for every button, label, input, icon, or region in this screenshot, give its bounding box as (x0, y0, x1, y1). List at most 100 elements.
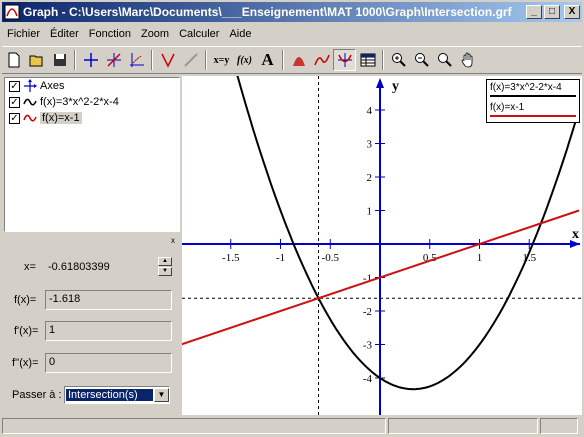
x-tick-label: -1.5 (222, 252, 240, 264)
zoom-in-icon (391, 53, 406, 67)
axes-icon (83, 53, 98, 67)
status-bar (2, 417, 582, 435)
panel-splitter[interactable]: x (4, 236, 180, 246)
chevron-down-icon[interactable]: ▼ (154, 388, 169, 402)
y-axis-arrow (376, 78, 384, 88)
hand-icon (461, 52, 472, 68)
table-icon (360, 53, 375, 67)
tangent-icon (160, 53, 175, 68)
axes-icon (24, 79, 37, 92)
insert-function-button[interactable] (102, 49, 125, 71)
save-disk-icon (53, 54, 66, 66)
y-tick-label: -4 (363, 373, 373, 385)
minimize-button[interactable]: _ (526, 5, 542, 19)
function-list: ✓ Axes ✓ f(x)=3*x^2-2*x-4 ✓ f(x)=x-1 (4, 77, 180, 232)
x-axis-label: x (572, 227, 579, 242)
text-icon: A (261, 50, 274, 69)
zoom-standard-icon (437, 53, 452, 67)
insert-curve-button[interactable] (310, 49, 333, 71)
x-tick-label: 1 (477, 252, 483, 264)
insert-shading-button[interactable] (287, 49, 310, 71)
goto-label: Passer à : (12, 389, 62, 401)
fx-value-field: -1.618 (45, 290, 172, 310)
pan-button[interactable] (456, 49, 479, 71)
y-tick-label: -2 (363, 306, 372, 318)
x-tick-label: -0.5 (322, 252, 340, 264)
list-item-function-2[interactable]: ✓ f(x)=x-1 (5, 110, 179, 126)
insert-xy-button[interactable]: x=y (210, 49, 233, 71)
menu-calculer[interactable]: Calculer (174, 28, 224, 40)
menu-editer[interactable]: Éditer (45, 28, 84, 40)
maximize-icon: □ (548, 6, 556, 17)
close-button[interactable]: X (564, 5, 580, 19)
status-cell-coords (388, 418, 538, 434)
status-cell-main (2, 418, 386, 434)
new-button[interactable] (2, 49, 25, 71)
menu-zoom[interactable]: Zoom (136, 28, 174, 40)
goto-selected-value: Intersection(s) (66, 389, 153, 401)
legend-item-2: f(x)=x-1 (487, 100, 579, 120)
black-curve-icon (23, 98, 37, 106)
toolbar-separator (205, 50, 207, 70)
menu-aide[interactable]: Aide (224, 28, 256, 40)
y-tick-label: 2 (367, 172, 373, 184)
toolbar: x=y f(x) A (2, 46, 582, 74)
fx-icon: f(x) (237, 54, 252, 66)
menu-fonction[interactable]: Fonction (84, 28, 136, 40)
window-title: Graph - C:\Users\Marc\Documents\___Ensei… (23, 5, 512, 19)
x-input[interactable] (45, 257, 155, 277)
insert-fx-button[interactable]: f(x) (233, 49, 256, 71)
y-tick-label: 4 (367, 105, 373, 117)
insert-tangent-button[interactable] (156, 49, 179, 71)
zoom-standard-button[interactable] (433, 49, 456, 71)
zoom-in-button[interactable] (387, 49, 410, 71)
goto-select[interactable]: Intersection(s) ▼ (64, 386, 170, 404)
insert-relation-button[interactable] (179, 49, 202, 71)
shading-icon (292, 57, 305, 66)
new-file-icon (8, 52, 19, 68)
fpx-label: f'(x)= (14, 325, 39, 337)
function-icon (106, 53, 121, 67)
y-tick-label: -3 (363, 340, 373, 352)
x-label: x= (24, 261, 36, 273)
maximize-button[interactable]: □ (544, 5, 560, 19)
x-tick-label: -1 (276, 252, 285, 264)
red-curve-icon (23, 114, 37, 122)
spin-down-icon: ▼ (162, 268, 168, 274)
graph-app-icon (4, 4, 20, 20)
y-tick-label: 3 (367, 139, 373, 151)
save-button[interactable] (48, 49, 71, 71)
list-item-function-1[interactable]: ✓ f(x)=3*x^2-2*x-4 (5, 94, 179, 110)
spin-up-icon: ▲ (162, 258, 168, 264)
panel-close-icon[interactable]: x (168, 237, 178, 245)
insert-point-series-button[interactable] (125, 49, 148, 71)
legend-label-2: f(x)=x-1 (490, 102, 525, 113)
y-axis-label: y (392, 79, 399, 94)
title-bar: Graph - C:\Users\Marc\Documents\___Ensei… (2, 2, 582, 22)
function-2-checkbox[interactable]: ✓ (9, 112, 20, 124)
fx-label: f(x)= (14, 294, 37, 306)
insert-text-button[interactable]: A (256, 49, 279, 71)
menu-bar: Fichier Éditer Fonction Zoom Calculer Ai… (2, 24, 582, 43)
status-cell-extra (540, 418, 578, 434)
insert-axes-button[interactable] (79, 49, 102, 71)
evaluate-icon (337, 53, 352, 67)
menu-fichier[interactable]: Fichier (2, 28, 45, 40)
function-1-checkbox[interactable]: ✓ (9, 96, 20, 108)
fppx-value-field: 0 (45, 353, 172, 373)
evaluate-button[interactable] (333, 49, 356, 71)
function-1-label: f(x)=3*x^2-2*x-4 (40, 96, 119, 108)
relation-icon (183, 53, 198, 67)
graph-window: Graph - C:\Users\Marc\Documents\___Ensei… (0, 0, 584, 437)
zoom-out-button[interactable] (410, 49, 433, 71)
axes-checkbox[interactable]: ✓ (9, 80, 20, 92)
graph-canvas[interactable]: x y -1.5 -1 -0.5 0.5 1 1.5 4 3 2 1 -1 -2 -3 -4 (182, 76, 582, 415)
x-spin-down[interactable]: ▼ (158, 267, 172, 276)
x-spin-up[interactable]: ▲ (158, 257, 172, 266)
fpx-value-field: 1 (45, 321, 172, 341)
table-button[interactable] (356, 49, 379, 71)
open-button[interactable] (25, 49, 48, 71)
legend-item-1: f(x)=3*x^2-2*x-4 (487, 80, 579, 100)
legend-label-1: f(x)=3*x^2-2*x-4 (490, 82, 562, 93)
list-item-axes[interactable]: ✓ Axes (5, 78, 179, 94)
